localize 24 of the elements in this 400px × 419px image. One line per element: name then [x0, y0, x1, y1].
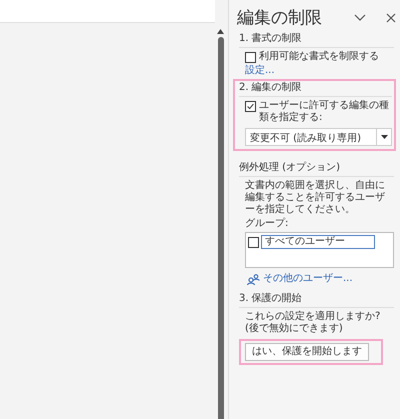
pane-title: 編集の制限: [237, 8, 323, 28]
section-heading: 1. 書式の制限: [239, 32, 394, 48]
users-icon: [247, 274, 260, 284]
chevron-down-icon[interactable]: [354, 14, 366, 22]
start-protection-button[interactable]: はい、保護を開始します: [245, 343, 369, 361]
checkbox-label: ユーザーに許可する編集の種類を指定する:: [259, 100, 390, 124]
group-name[interactable]: すべてのユーザー: [261, 235, 375, 249]
other-users-link[interactable]: その他のユーザー...: [263, 273, 353, 285]
question-text: これらの設定を適用しますか? (後で無効にできます): [244, 311, 382, 335]
group-label: グループ:: [244, 218, 290, 230]
checkbox[interactable]: [248, 237, 259, 248]
scrollbar-thumb[interactable]: [218, 37, 224, 419]
checkbox[interactable]: [245, 52, 256, 63]
close-icon[interactable]: [386, 13, 396, 23]
scroll-up-icon[interactable]: [217, 29, 224, 34]
section-heading: 2. 編集の制限: [239, 81, 392, 97]
edit-type-dropdown[interactable]: 変更不可 (読み取り専用): [245, 128, 392, 146]
description-text: 文書内の範囲を選択し、自由に編集することを許可するユーザーを指定してください。: [244, 180, 386, 216]
settings-link[interactable]: 設定...: [239, 65, 394, 77]
section-heading: 例外処理 (オプション): [239, 161, 394, 177]
caret-icon: [380, 135, 388, 139]
section-heading: 3. 保護の開始: [239, 292, 394, 308]
checkbox-label: 利用可能な書式を制限する: [259, 51, 379, 63]
checkbox[interactable]: [245, 101, 256, 112]
